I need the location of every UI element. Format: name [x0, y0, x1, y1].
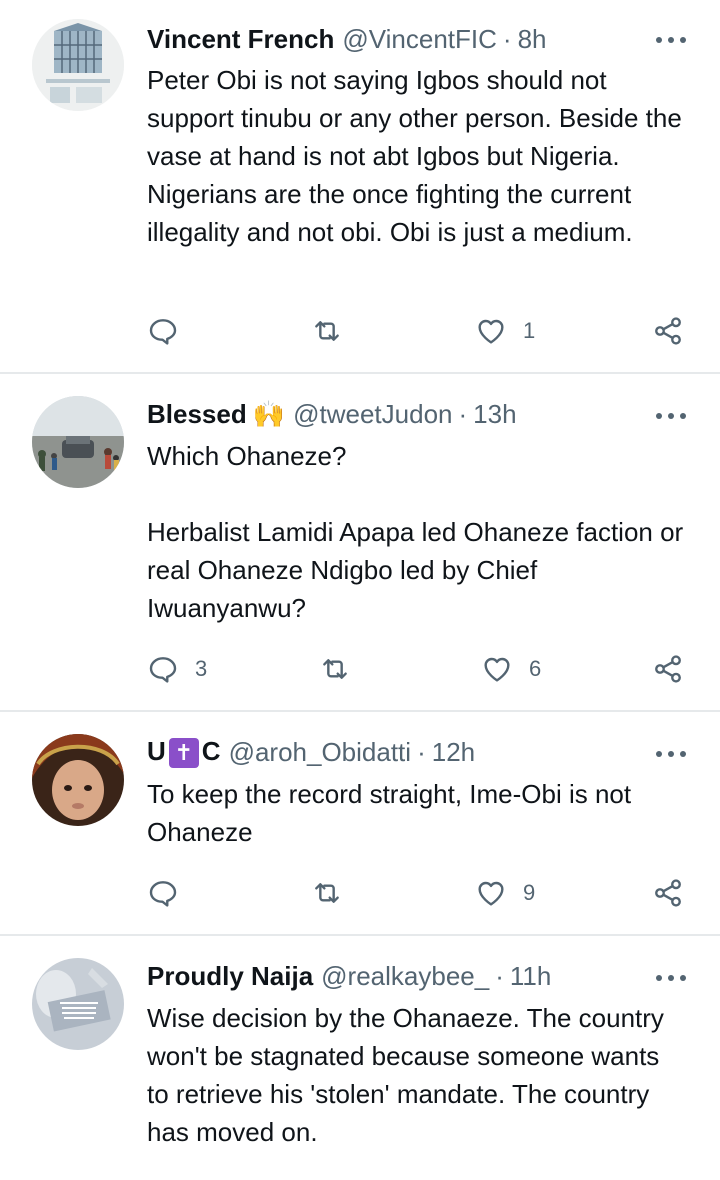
- more-icon[interactable]: [656, 973, 686, 983]
- like-count: 6: [529, 656, 542, 681]
- action-bar: 1: [147, 311, 689, 351]
- author-name-suffix: C: [201, 736, 221, 766]
- avatar[interactable]: [32, 734, 124, 826]
- reply-button[interactable]: [147, 311, 195, 351]
- heart-icon: [478, 881, 504, 906]
- tweet-header: Vincent French @VincentFIC · 8h: [147, 22, 690, 56]
- retweet-button[interactable]: [319, 649, 367, 689]
- retweet-button[interactable]: [311, 311, 359, 351]
- tweet[interactable]: Vincent French @VincentFIC · 8h Peter Ob…: [0, 0, 720, 372]
- author-handle[interactable]: @tweetJudon: [293, 399, 452, 430]
- retweet-icon: [315, 321, 339, 341]
- author-handle[interactable]: @VincentFIC: [342, 24, 497, 55]
- share-icon: [655, 317, 681, 345]
- share-icon: [655, 655, 681, 683]
- author-name[interactable]: Proudly Naija: [147, 961, 313, 992]
- retweet-button[interactable]: [311, 873, 359, 913]
- avatar[interactable]: [32, 396, 124, 488]
- separator: ·: [495, 960, 504, 991]
- author-handle[interactable]: @realkaybee_: [321, 961, 489, 992]
- reply-button[interactable]: [147, 873, 195, 913]
- separator: ·: [458, 398, 468, 429]
- tweet-text: Peter Obi is not saying Igbos should not…: [147, 65, 690, 247]
- reply-icon: [149, 881, 177, 907]
- tweet-header: U ✝ C @aroh_Obidatti · 12h: [147, 735, 690, 769]
- like-button[interactable]: 9: [475, 873, 535, 913]
- retweet-icon: [315, 883, 339, 903]
- author-handle[interactable]: @aroh_Obidatti: [229, 737, 412, 768]
- tweet-header: Blessed 🙌 @tweetJudon · 13h: [147, 397, 690, 431]
- more-icon[interactable]: [656, 749, 686, 759]
- like-button[interactable]: 1: [475, 311, 535, 351]
- avatar[interactable]: [32, 958, 124, 1050]
- timestamp[interactable]: 8h: [518, 24, 547, 55]
- retweet-icon: [323, 659, 347, 679]
- reply-count: 3: [195, 656, 208, 681]
- action-bar: 3 6: [147, 649, 689, 689]
- raised-hands-emoji: 🙌: [252, 398, 286, 429]
- like-count: 9: [523, 880, 536, 905]
- reply-icon: [149, 319, 177, 345]
- like-count: 1: [523, 318, 536, 343]
- timestamp[interactable]: 12h: [432, 737, 475, 768]
- separator: ·: [417, 736, 426, 767]
- timestamp[interactable]: 13h: [473, 399, 516, 430]
- avatar-image: [32, 396, 124, 488]
- author-name[interactable]: Blessed: [147, 399, 247, 430]
- reply-icon: [149, 657, 177, 683]
- heart-icon: [478, 319, 504, 344]
- share-button[interactable]: [652, 873, 684, 913]
- share-button[interactable]: [652, 311, 684, 351]
- avatar-image: [32, 734, 124, 826]
- more-icon[interactable]: [656, 35, 686, 45]
- latin-cross-emoji: ✝: [168, 738, 199, 768]
- author-name[interactable]: U ✝ C: [147, 736, 221, 768]
- tweet[interactable]: Proudly Naija @realkaybee_ · 11h Wise de…: [0, 936, 720, 1180]
- tweet-header: Proudly Naija @realkaybee_ · 11h: [147, 959, 690, 993]
- tweet[interactable]: Blessed 🙌 @tweetJudon · 13h Which Ohanez…: [0, 374, 720, 710]
- avatar-image: [32, 958, 124, 1050]
- more-icon[interactable]: [656, 411, 686, 421]
- reply-button[interactable]: 3: [147, 649, 207, 689]
- like-button[interactable]: 6: [481, 649, 541, 689]
- tweet[interactable]: U ✝ C @aroh_Obidatti · 12h To keep the rec…: [0, 712, 720, 934]
- share-icon: [655, 879, 681, 907]
- action-bar: 9: [147, 873, 689, 913]
- author-name[interactable]: Vincent French: [147, 24, 334, 55]
- tweet-text: To keep the record straight, Ime-Obi is …: [147, 779, 639, 847]
- separator: ·: [502, 23, 512, 54]
- author-name-prefix: U: [147, 736, 166, 766]
- timestamp[interactable]: 11h: [510, 961, 551, 992]
- heart-icon: [484, 657, 510, 682]
- share-button[interactable]: [652, 649, 684, 689]
- tweet-text: Which Ohaneze? Herbalist Lamidi Apapa le…: [147, 441, 684, 623]
- avatar[interactable]: [32, 19, 124, 111]
- tweet-text: Wise decision by the Ohanaeze. The count…: [147, 1003, 672, 1147]
- avatar-image: [32, 19, 124, 111]
